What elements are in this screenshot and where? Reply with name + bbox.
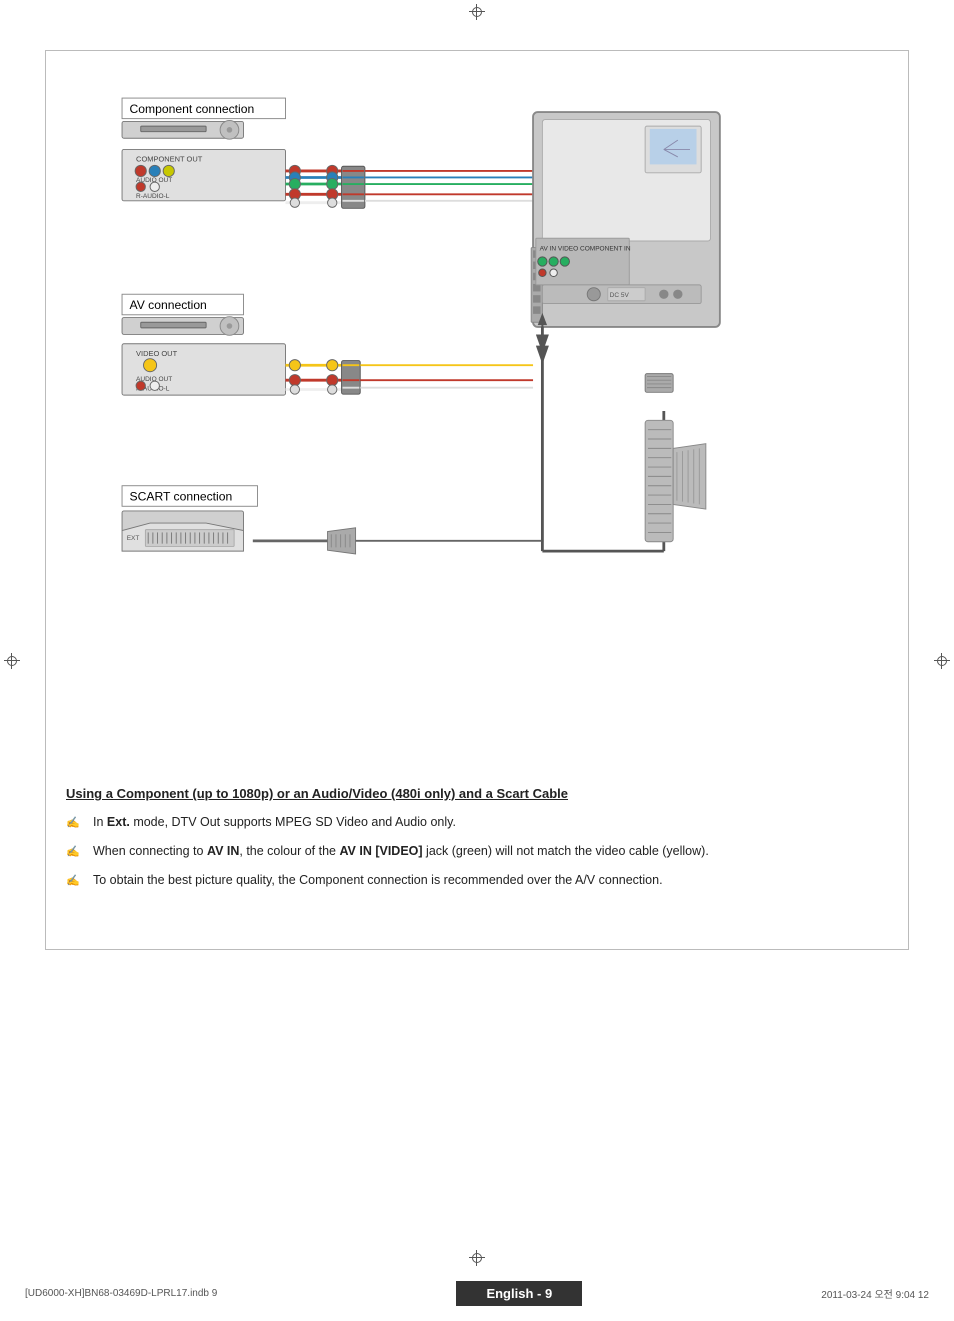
notes-section: Using a Component (up to 1080p) or an Au… <box>66 771 888 889</box>
svg-text:AV connection: AV connection <box>130 298 207 312</box>
connection-diagram: Component connection COMPONENT OUT <box>66 71 888 751</box>
reg-mark-left <box>4 653 20 669</box>
page-container: Component connection COMPONENT OUT <box>0 0 954 1321</box>
svg-text:AV IN VIDEO COMPONENT IN: AV IN VIDEO COMPONENT IN <box>540 245 631 252</box>
note-text-1: In Ext. mode, DTV Out supports MPEG SD V… <box>93 813 888 832</box>
note-icon-1: ✍ <box>66 815 88 831</box>
page-number-box: English - 9 <box>456 1281 582 1306</box>
section-title: Using a Component (up to 1080p) or an Au… <box>66 786 888 801</box>
note-text-2: When connecting to AV IN, the colour of … <box>93 842 888 861</box>
reg-mark-bottom <box>469 1250 485 1266</box>
note-item-2: ✍ When connecting to AV IN, the colour o… <box>66 842 888 861</box>
reg-mark-right <box>934 653 950 669</box>
note-icon-3: ✍ <box>66 873 88 889</box>
note-item-3: ✍ To obtain the best picture quality, th… <box>66 871 888 890</box>
svg-text:COMPONENT OUT: COMPONENT OUT <box>136 155 203 164</box>
file-info-right: 2011-03-24 오전 9:04 12 <box>821 1286 929 1301</box>
svg-text:Component connection: Component connection <box>130 102 255 116</box>
svg-text:SCART connection: SCART connection <box>130 490 233 504</box>
note-text-3: To obtain the best picture quality, the … <box>93 871 888 890</box>
svg-text:VIDEO OUT: VIDEO OUT <box>136 349 178 358</box>
page-footer: [UD6000-XH]BN68-03469D-LPRL17.indb 9 Eng… <box>0 1281 954 1306</box>
reg-mark-top <box>469 4 485 20</box>
svg-text:AUDIO OUT: AUDIO OUT <box>136 177 172 184</box>
note-item-1: ✍ In Ext. mode, DTV Out supports MPEG SD… <box>66 813 888 832</box>
page-number-text: English - 9 <box>486 1286 552 1301</box>
diagram-area: Component connection COMPONENT OUT <box>66 71 888 751</box>
svg-text:EXT: EXT <box>127 535 140 542</box>
file-info-left: [UD6000-XH]BN68-03469D-LPRL17.indb 9 <box>25 1288 217 1299</box>
note-icon-2: ✍ <box>66 844 88 860</box>
svg-text:R-AUDIO-L: R-AUDIO-L <box>136 193 170 200</box>
main-content-box: Component connection COMPONENT OUT <box>45 50 909 950</box>
svg-text:DC 5V: DC 5V <box>610 292 630 299</box>
